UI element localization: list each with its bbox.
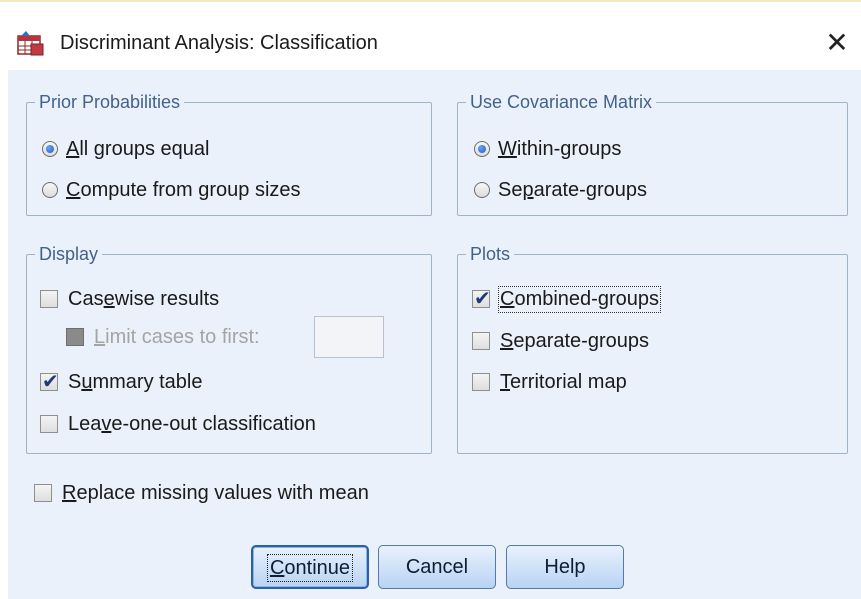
prior-probabilities-legend: Prior Probabilities [39, 92, 181, 112]
radio-label: All groups equal [66, 137, 210, 160]
window-title: Discriminant Analysis: Classification [60, 32, 378, 54]
checkbox-label: Replace missing values with mean [62, 481, 369, 504]
title-bar: Discriminant Analysis: Classification ✕ [0, 0, 861, 70]
checkbox-territorial-map[interactable]: Territorial map [472, 368, 627, 396]
checkbox-replace-missing[interactable]: Replace missing values with mean [34, 479, 369, 507]
display-legend: Display [39, 244, 99, 264]
checkbox-icon [472, 332, 490, 350]
radio-compute-from-group-sizes[interactable]: Compute from group sizes [42, 176, 301, 204]
radio-button-icon [42, 182, 58, 198]
radio-button-icon [474, 182, 490, 198]
checkbox-limit-cases[interactable]: Limit cases to first: [66, 323, 260, 351]
help-button[interactable]: Help [506, 545, 624, 589]
plots-legend: Plots [470, 244, 511, 264]
checkbox-icon [34, 484, 52, 502]
continue-button[interactable]: Continue [251, 545, 369, 589]
checkbox-label: Separate-groups [500, 329, 649, 352]
checkbox-combined-groups[interactable]: Combined-groups [472, 285, 661, 313]
checkbox-icon [40, 415, 58, 433]
cancel-button-label: Cancel [405, 556, 469, 578]
radio-label: Within-groups [498, 137, 622, 160]
close-icon: ✕ [825, 27, 849, 58]
radio-button-icon [474, 141, 490, 157]
checkbox-icon [40, 369, 59, 393]
cancel-button[interactable]: Cancel [378, 545, 496, 589]
radio-separate-groups[interactable]: Separate-groups [474, 176, 647, 204]
checkbox-label: Territorial map [500, 370, 627, 393]
radio-label: Separate-groups [498, 178, 647, 201]
checkbox-label: Leave-one-out classification [68, 412, 316, 435]
checkbox-leave-one-out[interactable]: Leave-one-out classification [40, 410, 316, 438]
radio-within-groups[interactable]: Within-groups [474, 135, 621, 163]
checkbox-label: Combined-groups [498, 285, 661, 313]
radio-label: Compute from group sizes [66, 178, 301, 201]
checkbox-separate-groups[interactable]: Separate-groups [472, 327, 649, 355]
checkbox-label: Limit cases to first: [94, 325, 260, 348]
close-button[interactable]: ✕ [819, 28, 855, 58]
checkbox-casewise-results[interactable]: Casewise results [40, 285, 219, 313]
covariance-matrix-legend: Use Covariance Matrix [470, 92, 653, 112]
checkbox-icon [472, 373, 490, 391]
help-button-label: Help [544, 556, 586, 578]
dialog-body: Prior Probabilities All groups equal Com… [8, 70, 861, 599]
checkbox-icon [40, 290, 58, 308]
limit-cases-input[interactable] [314, 316, 384, 358]
radio-button-icon [42, 141, 58, 157]
radio-all-groups-equal[interactable]: All groups equal [42, 135, 209, 163]
continue-button-label: Continue [266, 554, 354, 582]
checkbox-icon [472, 286, 491, 310]
checkbox-label: Casewise results [68, 287, 220, 310]
checkbox-label: Summary table [68, 370, 203, 393]
checkbox-summary-table[interactable]: Summary table [40, 368, 203, 396]
spss-table-icon [17, 31, 44, 56]
checkbox-icon [66, 328, 84, 346]
